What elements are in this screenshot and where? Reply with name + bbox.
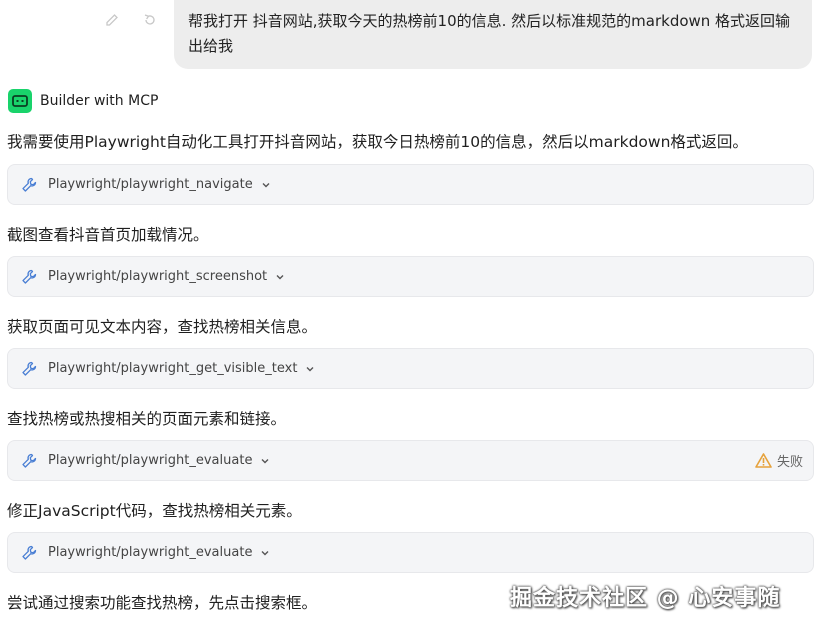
user-message-bubble: 帮我打开 抖音网站,获取今天的热榜前10的信息. 然后以标准规范的markdow… (174, 0, 812, 69)
warning-icon (755, 453, 772, 468)
watermark: 掘金技术社区 @ 心安事随 (510, 586, 781, 611)
wrench-icon (20, 176, 38, 194)
tool-name: Playwright/playwright_evaluate (48, 545, 253, 560)
tool-name: Playwright/playwright_screenshot (48, 269, 268, 284)
tool-call-row[interactable]: Playwright/playwright_evaluate 失败 (7, 440, 814, 481)
tool-call-row[interactable]: Playwright/playwright_screenshot (7, 256, 814, 297)
assistant-name: Builder with MCP (40, 93, 159, 109)
wrench-icon (20, 268, 38, 286)
tool-call-row[interactable]: Playwright/playwright_evaluate (7, 532, 814, 573)
wrench-icon (20, 544, 38, 562)
user-message-actions (104, 12, 158, 28)
wrench-icon (20, 452, 38, 470)
step-text: 我需要使用Playwright自动化工具打开抖音网站，获取今日热榜前10的信息，… (7, 133, 748, 151)
step-text: 查找热榜或热搜相关的页面元素和链接。 (7, 410, 287, 428)
tool-call-row[interactable]: Playwright/playwright_get_visible_text (7, 348, 814, 389)
chevron-down-icon[interactable] (260, 456, 270, 466)
step-text: 截图查看抖音首页加载情况。 (7, 226, 209, 244)
wrench-icon (20, 360, 38, 378)
retry-icon[interactable] (142, 12, 158, 28)
tool-status: 失败 (755, 441, 803, 480)
chevron-down-icon[interactable] (275, 272, 285, 282)
assistant-header: Builder with MCP (8, 89, 158, 113)
step-text: 获取页面可见文本内容，查找热榜相关信息。 (7, 318, 318, 336)
edit-icon[interactable] (104, 12, 120, 28)
chevron-down-icon[interactable] (261, 180, 271, 190)
robot-icon (8, 89, 32, 113)
chevron-down-icon[interactable] (305, 364, 315, 374)
tool-call-row[interactable]: Playwright/playwright_navigate (7, 164, 814, 205)
user-message-text: 帮我打开 抖音网站,获取今天的热榜前10的信息. 然后以标准规范的markdow… (188, 12, 791, 55)
step-text: 修正JavaScript代码，查找热榜相关元素。 (7, 502, 302, 520)
chevron-down-icon[interactable] (260, 548, 270, 558)
status-text: 失败 (776, 455, 803, 470)
tool-name: Playwright/playwright_get_visible_text (48, 361, 298, 376)
step-text: 尝试通过搜索功能查找热榜，先点击搜索框。 (7, 594, 318, 612)
tool-name: Playwright/playwright_evaluate (48, 453, 253, 468)
tool-name: Playwright/playwright_navigate (48, 177, 253, 192)
